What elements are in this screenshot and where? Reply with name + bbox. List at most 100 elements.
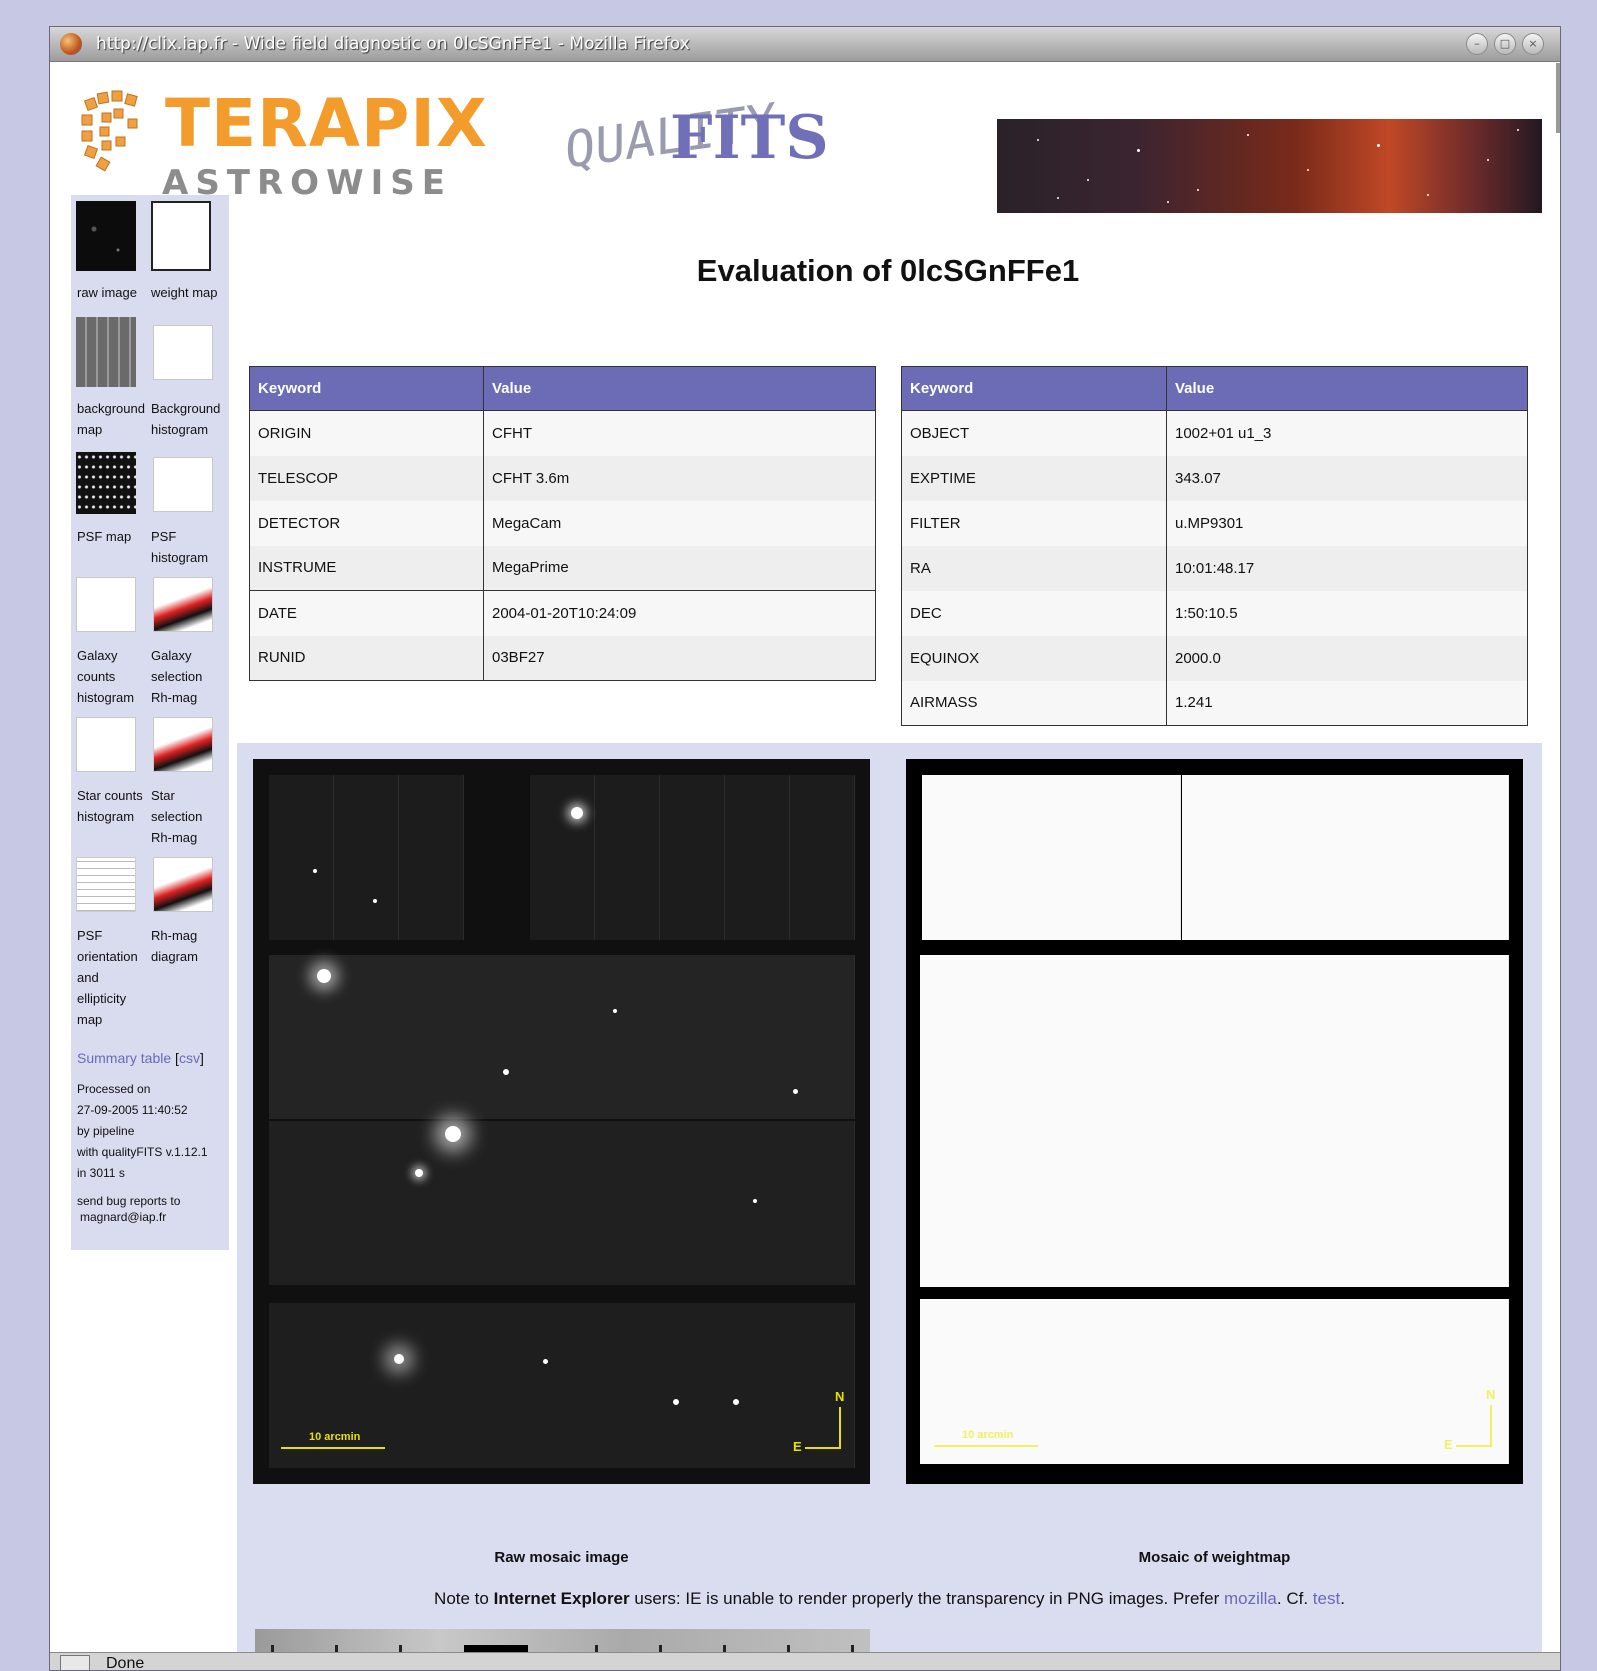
maximize-button[interactable]: □ xyxy=(1494,33,1516,55)
note-prefix: Note to xyxy=(434,1589,494,1608)
value-cell: CFHT 3.6m xyxy=(483,455,876,501)
background-map-thumbnail[interactable] xyxy=(76,317,136,387)
status-bar: Done xyxy=(50,1652,1560,1670)
sidebar-label-background-map[interactable]: background map xyxy=(77,398,147,440)
processed-duration: in 3011 s xyxy=(77,1166,125,1180)
psf-map-thumbnail[interactable] xyxy=(76,452,136,514)
scale-bar-label: 10 arcmin xyxy=(309,1431,361,1443)
table-row: INSTRUME MegaPrime xyxy=(249,545,876,591)
keyword-cell: DEC xyxy=(901,590,1167,636)
keyword-cell: ORIGIN xyxy=(249,410,484,456)
table-row: EXPTIME 343.07 xyxy=(901,455,1528,501)
mosaic-chip xyxy=(269,775,334,940)
fits-logo-text: FITS xyxy=(670,103,829,173)
psf-orientation-thumbnail[interactable] xyxy=(76,857,136,912)
keyword-cell: RUNID xyxy=(249,635,484,681)
sidebar-label-psf-histogram[interactable]: PSF histogram xyxy=(151,526,221,568)
processed-version: with qualityFITS v.1.12.1 xyxy=(77,1145,208,1159)
keyword-cell: OBJECT xyxy=(901,410,1167,456)
value-cell: 2000.0 xyxy=(1166,635,1528,681)
terapix-logo-text: TERAPIX xyxy=(165,85,488,162)
table-row: DATE 2004-01-20T10:24:09 xyxy=(249,590,876,636)
bug-report-label: send bug reports to xyxy=(77,1194,181,1208)
star xyxy=(503,1069,509,1075)
star xyxy=(317,969,331,983)
value-cell: 343.07 xyxy=(1166,455,1528,501)
header-keywords-table-right: Keyword Value OBJECT 1002+01 u1_3 EXPTIME… xyxy=(901,366,1528,726)
value-cell: 03BF27 xyxy=(483,635,876,681)
table-row: DETECTOR MegaCam xyxy=(249,500,876,546)
table-row: OBJECT 1002+01 u1_3 xyxy=(901,410,1528,456)
test-link[interactable]: test xyxy=(1313,1589,1340,1608)
table-row: RA 10:01:48.17 xyxy=(901,545,1528,591)
mosaic-chip xyxy=(660,775,725,940)
weight-mosaic-image[interactable]: 10 arcmin N E xyxy=(906,759,1523,1484)
value-cell: u.MP9301 xyxy=(1166,500,1528,546)
galaxy-counts-histogram-thumbnail[interactable] xyxy=(76,577,136,632)
star xyxy=(753,1199,757,1203)
value-cell: MegaPrime xyxy=(483,545,876,591)
bug-report-email[interactable]: magnard@iap.fr xyxy=(77,1209,227,1225)
background-histogram-thumbnail[interactable] xyxy=(153,325,213,380)
note-cf: . Cf. xyxy=(1276,1589,1313,1608)
star-selection-thumbnail[interactable] xyxy=(153,717,213,772)
sidebar-label-psf-orientation[interactable]: PSF orientation and ellipticity map xyxy=(77,925,147,1030)
summary-table-link[interactable]: Summary table xyxy=(77,1050,171,1066)
compass-east-arrow xyxy=(1456,1445,1492,1447)
compass-e-label: E xyxy=(1444,1437,1453,1452)
keyword-cell: AIRMASS xyxy=(901,680,1167,726)
keyword-cell: EXPTIME xyxy=(901,455,1167,501)
table-row: TELESCOP CFHT 3.6m xyxy=(249,455,876,501)
close-button[interactable]: × xyxy=(1522,33,1544,55)
table-row: EQUINOX 2000.0 xyxy=(901,635,1528,681)
table-header-keyword: Keyword xyxy=(249,366,484,411)
sidebar-label-galaxy-selection[interactable]: Galaxy selection Rh-mag xyxy=(151,645,221,708)
star xyxy=(613,1009,617,1013)
psf-histogram-thumbnail[interactable] xyxy=(153,457,213,512)
weight-chip xyxy=(922,775,1181,940)
weight-mosaic-caption: Mosaic of weightmap xyxy=(1138,1549,1291,1566)
nebula-banner-image xyxy=(997,119,1542,213)
value-cell: 1:50:10.5 xyxy=(1166,590,1528,636)
sidebar-label-psf-map[interactable]: PSF map xyxy=(77,526,147,547)
keyword-cell: FILTER xyxy=(901,500,1167,546)
processed-info: Processed on 27-09-2005 11:40:52 by pipe… xyxy=(77,1079,227,1184)
table-header-value: Value xyxy=(1166,366,1528,411)
browser-window: http://clix.iap.fr - Wide field diagnost… xyxy=(49,26,1561,1671)
rh-mag-diagram-thumbnail[interactable] xyxy=(153,857,213,912)
table-header-keyword: Keyword xyxy=(901,366,1167,411)
security-icon[interactable] xyxy=(60,1655,90,1670)
star-counts-histogram-thumbnail[interactable] xyxy=(76,717,136,772)
galaxy-selection-thumbnail[interactable] xyxy=(153,577,213,632)
raw-mosaic-image[interactable]: 10 arcmin N E xyxy=(253,759,870,1484)
csv-link[interactable]: csv xyxy=(179,1050,200,1066)
minimize-button[interactable]: – xyxy=(1466,33,1488,55)
sidebar-label-star-selection[interactable]: Star selection Rh-mag xyxy=(151,785,221,848)
sidebar-label-star-counts[interactable]: Star counts histogram xyxy=(77,785,147,827)
mozilla-link[interactable]: mozilla xyxy=(1224,1589,1277,1608)
sidebar-label-rh-mag-diagram[interactable]: Rh-mag diagram xyxy=(151,925,221,967)
summary-table-row: Summary table [csv] xyxy=(77,1050,204,1066)
table-row: AIRMASS 1.241 xyxy=(901,680,1528,726)
sidebar: raw image weight map background map Back… xyxy=(71,195,229,1250)
star xyxy=(733,1399,739,1405)
keyword-cell: RA xyxy=(901,545,1167,591)
firefox-icon xyxy=(60,33,82,55)
compass-north-arrow xyxy=(1490,1405,1492,1447)
terapix-swirl-logo xyxy=(81,90,138,172)
compass-n-label: N xyxy=(1486,1387,1496,1402)
title-bar: http://clix.iap.fr - Wide field diagnost… xyxy=(50,27,1560,62)
sidebar-label-galaxy-counts[interactable]: Galaxy counts histogram xyxy=(77,645,147,708)
ie-note: Note to Internet Explorer users: IE is u… xyxy=(237,1589,1542,1609)
sidebar-label-background-histogram[interactable]: Background histogram xyxy=(151,398,221,440)
star xyxy=(394,1354,404,1364)
value-cell: 10:01:48.17 xyxy=(1166,545,1528,591)
table-row: FILTER u.MP9301 xyxy=(901,500,1528,546)
header-keywords-table-left: Keyword Value ORIGIN CFHT TELESCOP CFHT 3.… xyxy=(249,366,876,681)
star xyxy=(543,1359,548,1364)
scale-bar xyxy=(281,1447,385,1449)
keyword-cell: INSTRUME xyxy=(249,545,484,591)
note-ie: Internet Explorer xyxy=(493,1589,630,1608)
compass-e-label: E xyxy=(793,1439,802,1454)
star xyxy=(793,1089,798,1094)
